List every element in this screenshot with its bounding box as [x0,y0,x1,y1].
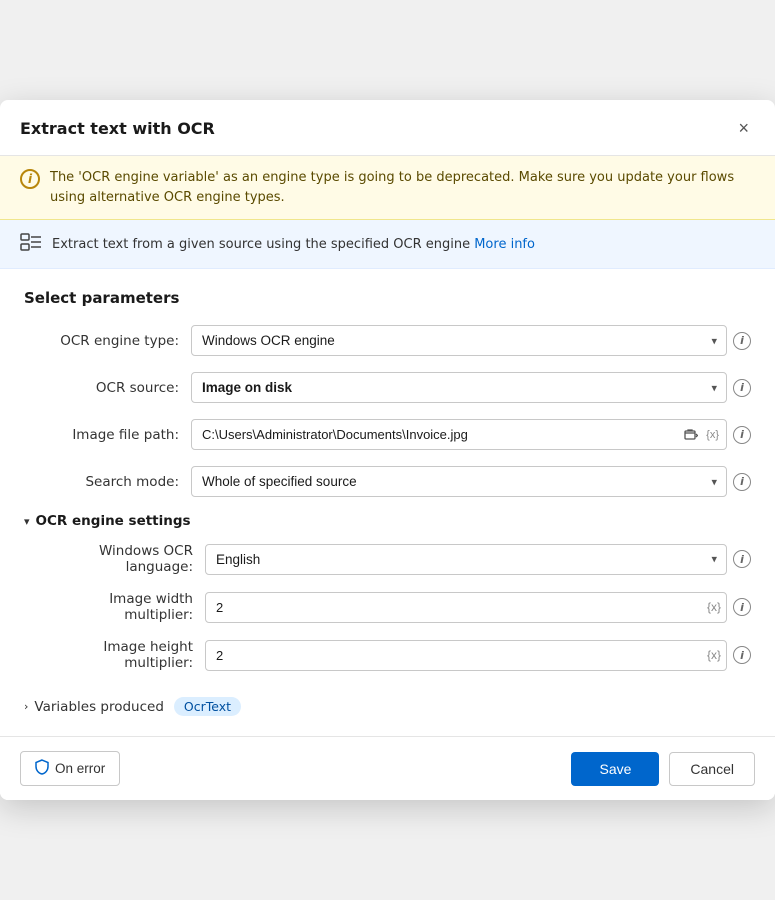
dialog-footer: On error Save Cancel [0,736,775,800]
ocr-text-badge: OcrText [174,697,241,716]
image-width-multiplier-input[interactable] [205,592,727,623]
search-mode-select-wrapper: Whole of specified source Specific subre… [191,466,727,497]
ocr-engine-type-select-wrapper: Windows OCR engine Tesseract engine OCR … [191,325,727,356]
footer-right: Save Cancel [571,752,755,786]
image-height-multiplier-control: {x} i [205,640,751,671]
image-width-multiplier-row: Image width multiplier: {x} i [38,591,751,623]
clear-file-path-icon[interactable]: {x} [704,427,721,443]
close-button[interactable]: × [732,116,755,141]
image-height-multiplier-info-icon[interactable]: i [733,646,751,664]
info-banner: Extract text from a given source using t… [0,220,775,269]
variables-section: › Variables produced OcrText [24,687,751,716]
ocr-engine-type-label: OCR engine type: [24,333,179,349]
image-width-multiplier-wrapper: {x} [205,592,727,623]
dialog-title: Extract text with OCR [20,119,215,138]
save-button[interactable]: Save [571,752,659,786]
search-mode-info-icon[interactable]: i [733,473,751,491]
image-file-path-input[interactable] [191,419,727,450]
info-banner-text: Extract text from a given source using t… [52,237,535,252]
windows-ocr-language-select[interactable]: English Spanish French German Chinese (S… [205,544,727,575]
image-file-path-label: Image file path: [24,427,179,443]
image-file-path-wrapper: {x} [191,419,727,450]
ocr-source-control: Image on disk Screen Foreground window W… [191,372,751,403]
ocr-engine-settings-body: Windows OCR language: English Spanish Fr… [24,543,751,671]
search-mode-row: Search mode: Whole of specified source S… [24,466,751,497]
clear-width-multiplier-icon[interactable]: {x} [707,600,721,614]
dialog-body: Select parameters OCR engine type: Windo… [0,269,775,736]
image-file-path-icons: {x} [682,426,721,444]
image-height-multiplier-row: Image height multiplier: {x} i [38,639,751,671]
windows-ocr-language-control: English Spanish French German Chinese (S… [205,544,751,575]
image-width-multiplier-control: {x} i [205,592,751,623]
image-file-path-control: {x} i [191,419,751,450]
image-height-multiplier-label: Image height multiplier: [38,639,193,671]
image-height-multiplier-input[interactable] [205,640,727,671]
ocr-engine-type-control: Windows OCR engine Tesseract engine OCR … [191,325,751,356]
extract-text-ocr-dialog: Extract text with OCR × i The 'OCR engin… [0,100,775,800]
ocr-engine-type-select[interactable]: Windows OCR engine Tesseract engine OCR … [191,325,727,356]
on-error-label: On error [55,761,105,776]
search-mode-control: Whole of specified source Specific subre… [191,466,751,497]
windows-ocr-language-row: Windows OCR language: English Spanish Fr… [38,543,751,575]
ocr-engine-type-row: OCR engine type: Windows OCR engine Tess… [24,325,751,356]
shield-icon [35,759,49,778]
ocr-engine-type-info-icon[interactable]: i [733,332,751,350]
browse-file-icon[interactable] [682,426,700,444]
variables-produced-toggle[interactable]: › Variables produced [24,699,164,715]
clear-height-multiplier-icon[interactable]: {x} [707,648,721,662]
warning-icon: i [20,169,40,189]
image-file-path-row: Image file path: {x} [24,419,751,450]
ocr-source-row: OCR source: Image on disk Screen Foregro… [24,372,751,403]
ocr-engine-settings-header: ▾ OCR engine settings [24,513,751,529]
variables-chevron-icon: › [24,700,28,713]
variables-produced-label: Variables produced [34,699,164,715]
ocr-source-label: OCR source: [24,380,179,396]
ocr-source-select[interactable]: Image on disk Screen Foreground window W… [191,372,727,403]
image-height-multiplier-wrapper: {x} [205,640,727,671]
warning-text: The 'OCR engine variable' as an engine t… [50,168,755,207]
dialog-header: Extract text with OCR × [0,100,775,156]
image-width-multiplier-label: Image width multiplier: [38,591,193,623]
on-error-button[interactable]: On error [20,751,120,786]
windows-ocr-language-label: Windows OCR language: [38,543,193,575]
section-title: Select parameters [24,289,751,307]
ocr-engine-settings-title: OCR engine settings [36,513,191,529]
warning-banner: i The 'OCR engine variable' as an engine… [0,156,775,220]
more-info-link[interactable]: More info [474,237,535,252]
ocr-engine-settings-chevron-icon[interactable]: ▾ [24,515,30,528]
windows-ocr-language-info-icon[interactable]: i [733,550,751,568]
ocr-icon [20,232,42,256]
search-mode-select[interactable]: Whole of specified source Specific subre… [191,466,727,497]
windows-ocr-language-select-wrapper: English Spanish French German Chinese (S… [205,544,727,575]
image-width-multiplier-info-icon[interactable]: i [733,598,751,616]
search-mode-label: Search mode: [24,474,179,490]
image-file-path-info-icon[interactable]: i [733,426,751,444]
cancel-button[interactable]: Cancel [669,752,755,786]
ocr-source-select-wrapper: Image on disk Screen Foreground window W… [191,372,727,403]
ocr-source-info-icon[interactable]: i [733,379,751,397]
